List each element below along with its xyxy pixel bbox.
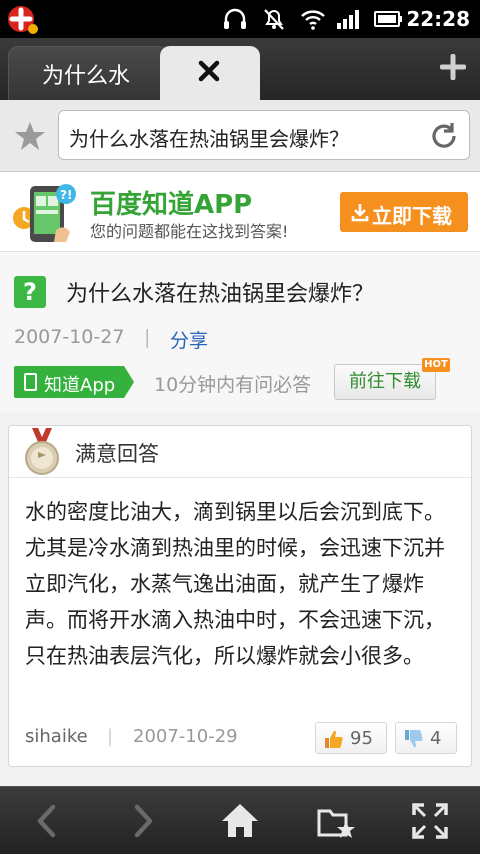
back-icon[interactable] bbox=[28, 801, 68, 841]
question-section: ? 为什么水落在热油锅里会爆炸？ 2007-10-27 | 分享 知道App 1… bbox=[0, 252, 480, 412]
clock: 22:28 bbox=[406, 7, 470, 31]
promo-text: 10分钟内有问必答 bbox=[154, 374, 312, 396]
thumbs-down-icon bbox=[405, 730, 423, 748]
goto-download-button[interactable]: 前往下载 bbox=[334, 364, 436, 400]
question-mark-icon: ? bbox=[14, 276, 46, 308]
downvote-button[interactable]: 4 bbox=[395, 722, 457, 754]
tab-label: 为什么水 bbox=[42, 64, 131, 89]
phone-app-illustration: ?! bbox=[13, 184, 76, 242]
downvote-count: 4 bbox=[430, 728, 442, 749]
zhidao-app-badge[interactable]: 知道App bbox=[14, 366, 134, 398]
svg-text:?!: ?! bbox=[60, 188, 72, 202]
answer-text: 水的密度比油大，滴到锅里以后会沉到底下。尤其是冷水滴到热油里的时候，会迅速下沉并… bbox=[25, 500, 445, 668]
badge-label: 知道App bbox=[44, 375, 116, 396]
refresh-icon[interactable] bbox=[429, 121, 459, 151]
phone-icon bbox=[24, 373, 37, 391]
question-date: 2007-10-27 bbox=[14, 326, 125, 348]
answer-header: 满意回答 bbox=[9, 426, 471, 478]
bookmarks-icon[interactable] bbox=[316, 801, 356, 841]
bottom-toolbar bbox=[0, 786, 480, 854]
url-field[interactable]: 为什么水落在热油锅里会爆炸？ bbox=[58, 110, 470, 160]
best-answer-card: 满意回答 水的密度比油大，滴到锅里以后会沉到底下。尤其是冷水滴到热油里的时候，会… bbox=[8, 425, 472, 767]
wifi-icon bbox=[301, 10, 325, 30]
download-label: 立即下载 bbox=[372, 204, 452, 228]
address-bar: 为什么水落在热油锅里会爆炸？ bbox=[0, 100, 480, 172]
app-notification-icon bbox=[8, 6, 38, 34]
headset-icon bbox=[224, 8, 246, 29]
banner-title: 百度知道APP bbox=[90, 190, 253, 220]
thumbs-up-icon bbox=[325, 730, 343, 748]
home-icon[interactable] bbox=[220, 801, 260, 841]
tab-bar: 为什么水 bbox=[0, 38, 480, 100]
status-bar: 22:28 bbox=[0, 0, 480, 38]
tab-active[interactable] bbox=[160, 46, 260, 100]
fullscreen-icon[interactable] bbox=[410, 801, 450, 841]
app-banner[interactable]: ?! 百度知道APP 您的问题都能在这找到答案! 立即下载 bbox=[0, 172, 480, 252]
divider: | bbox=[107, 726, 114, 747]
mute-icon bbox=[264, 9, 284, 30]
signal-icon bbox=[337, 10, 359, 29]
add-tab-icon[interactable] bbox=[440, 54, 466, 80]
share-link[interactable]: 分享 bbox=[170, 326, 208, 353]
battery-icon bbox=[374, 11, 402, 27]
close-icon[interactable] bbox=[194, 56, 224, 86]
banner-subtitle: 您的问题都能在这找到答案! bbox=[90, 222, 289, 241]
download-icon bbox=[351, 204, 369, 222]
medal-icon bbox=[25, 428, 59, 475]
download-now-button[interactable]: 立即下载 bbox=[340, 192, 468, 232]
upvote-count: 95 bbox=[350, 728, 373, 749]
answer-header-title: 满意回答 bbox=[75, 442, 159, 466]
divider: | bbox=[144, 326, 151, 348]
forward-icon[interactable] bbox=[122, 801, 162, 841]
tab-question[interactable]: 为什么水 bbox=[8, 46, 168, 100]
hot-badge: HOT bbox=[422, 358, 450, 372]
question-title: 为什么水落在热油锅里会爆炸？ bbox=[66, 282, 375, 307]
url-text: 为什么水落在热油锅里会爆炸？ bbox=[69, 127, 349, 151]
bookmark-star-icon[interactable] bbox=[14, 120, 46, 152]
upvote-button[interactable]: 95 bbox=[315, 722, 387, 754]
answer-author[interactable]: sihaike bbox=[25, 726, 88, 747]
answer-date: 2007-10-29 bbox=[133, 726, 238, 747]
